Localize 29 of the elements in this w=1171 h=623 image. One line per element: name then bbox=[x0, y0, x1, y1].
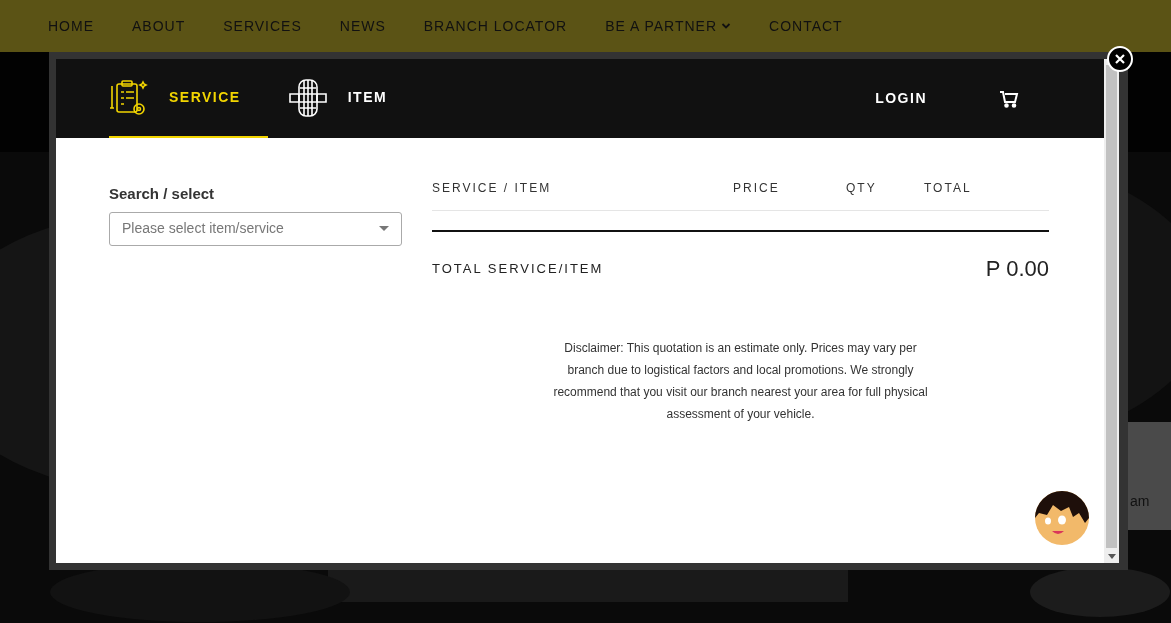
nav-link[interactable]: NEWS bbox=[339, 15, 386, 37]
search-label: Search / select bbox=[109, 184, 216, 204]
dropdown-arrow-icon bbox=[379, 226, 389, 231]
column-header: QTY bbox=[846, 180, 878, 197]
total-label: TOTAL SERVICE/ITEM bbox=[432, 259, 604, 278]
clipboard-gear-icon bbox=[109, 77, 149, 118]
nav-link[interactable]: HOME bbox=[48, 15, 94, 37]
nav-link[interactable]: ABOUT bbox=[132, 15, 186, 37]
chat-avatar-icon[interactable] bbox=[1035, 491, 1089, 545]
close-icon bbox=[1115, 54, 1125, 64]
login-link[interactable]: LOGIN bbox=[875, 88, 927, 109]
column-header: SERVICE / ITEM bbox=[432, 180, 553, 197]
nav-link[interactable]: BRANCH LOCATOR bbox=[423, 15, 568, 37]
total-amount: P 0.00 bbox=[985, 255, 1049, 283]
nav-link[interactable]: BE A PARTNER bbox=[605, 15, 732, 37]
select-field[interactable]: Please select item/service bbox=[109, 211, 402, 246]
chevron-down-icon bbox=[721, 22, 732, 30]
tab[interactable]: SERVICE bbox=[109, 59, 268, 138]
column-header: TOTAL bbox=[924, 180, 973, 197]
nav-link[interactable]: CONTACT bbox=[769, 15, 843, 37]
column-header: PRICE bbox=[733, 180, 781, 197]
scrollbar-thumb[interactable] bbox=[1106, 65, 1117, 548]
nav-link[interactable]: SERVICES bbox=[223, 15, 302, 37]
tire-icon bbox=[287, 77, 328, 118]
disclaimer-text: Disclaimer: This quotation is an estimate only. Prices may vary per branch due to logistical factors and local promotions. We strongly recommend that you visit our branch nearest your area for full physical assessment of your vehicle. bbox=[552, 340, 929, 423]
panel-text: am bbox=[1129, 492, 1150, 511]
cart-icon[interactable] bbox=[999, 89, 1019, 108]
scroll-down-arrow-icon[interactable] bbox=[1107, 554, 1116, 559]
tab[interactable]: ITEM bbox=[287, 59, 415, 138]
